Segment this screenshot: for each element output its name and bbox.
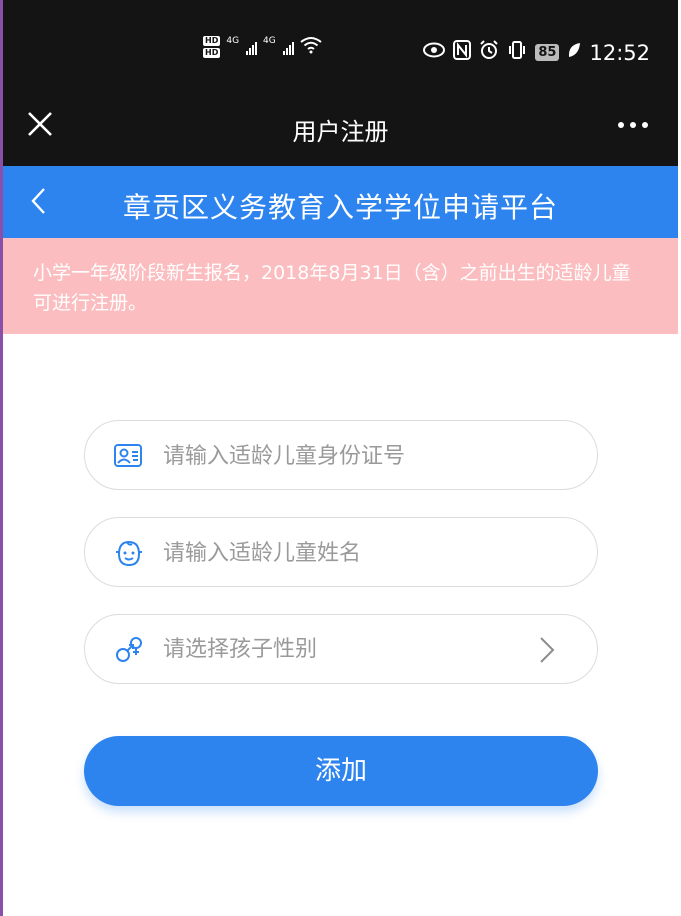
app-titlebar: 用户注册 — [3, 98, 678, 166]
child-name-input[interactable] — [163, 536, 543, 570]
chevron-right-icon — [537, 635, 557, 665]
id-number-field[interactable] — [84, 420, 598, 490]
wifi-icon — [300, 36, 322, 58]
network-type-2: 4G — [263, 36, 276, 46]
more-dot-icon — [630, 122, 636, 128]
platform-header: 章贡区义务教育入学学位申请平台 — [3, 166, 678, 238]
signal-icon-1 — [246, 39, 258, 55]
status-bar: HD HD 4G 4G 85 12:52 — [3, 0, 678, 98]
more-dot-icon — [618, 122, 624, 128]
network-type-1: 4G — [226, 36, 240, 46]
more-options-button[interactable] — [618, 122, 648, 128]
gender-icon — [113, 635, 145, 665]
leaf-icon — [567, 41, 581, 64]
signal-icon-2 — [282, 39, 294, 55]
vibrate-icon — [507, 40, 527, 65]
gender-placeholder: 请选择孩子性别 — [163, 637, 318, 662]
gender-select[interactable]: 请选择孩子性别 — [84, 614, 598, 684]
clock: 12:52 — [589, 40, 650, 65]
hd-badge-1: HD — [203, 36, 221, 46]
battery-level: 85 — [535, 44, 560, 61]
add-button[interactable]: 添加 — [84, 736, 598, 806]
more-dot-icon — [642, 122, 648, 128]
child-name-field[interactable] — [84, 517, 598, 587]
registration-notice: 小学一年级阶段新生报名，2018年8月31日（含）之前出生的适龄儿童可进行注册。 — [3, 238, 678, 334]
id-number-input[interactable] — [163, 439, 543, 473]
eye-icon — [423, 42, 446, 63]
hd-badges: HD HD — [203, 36, 221, 58]
id-card-icon — [113, 441, 145, 471]
platform-title: 章贡区义务教育入学学位申请平台 — [122, 191, 558, 224]
baby-face-icon — [113, 538, 145, 568]
network-indicators: HD HD 4G 4G — [203, 36, 322, 58]
nfc-icon — [453, 40, 472, 65]
system-indicators: 85 12:52 — [423, 40, 650, 65]
hd-badge-2: HD — [203, 48, 221, 58]
alarm-icon — [479, 40, 499, 65]
page-title: 用户注册 — [292, 118, 389, 146]
